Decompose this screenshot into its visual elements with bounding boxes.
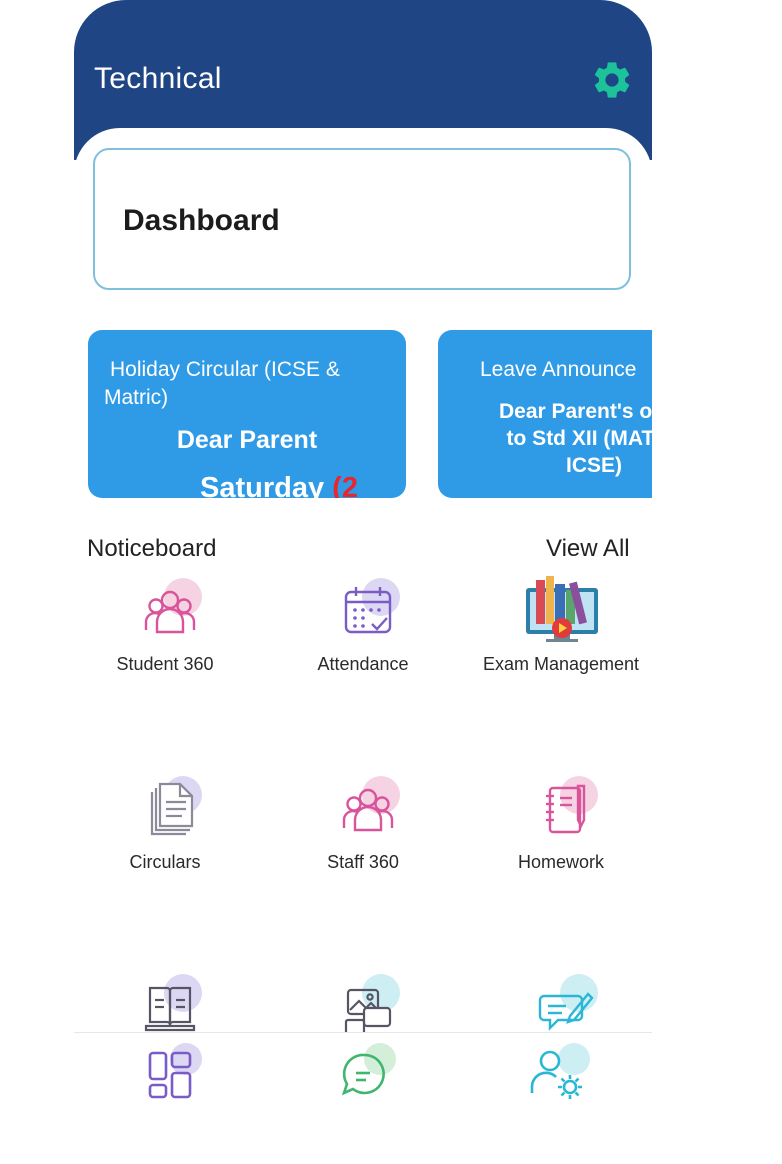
module-label: Staff 360 xyxy=(327,852,399,872)
e-book-icon xyxy=(144,986,196,1032)
dashboard-title: Dashboard xyxy=(123,204,280,237)
notebook-pen-icon xyxy=(546,784,586,834)
view-all-link[interactable]: View All xyxy=(546,535,630,563)
notice-body-line: Dear Parent's of S xyxy=(498,400,652,423)
gallery-icon xyxy=(344,988,392,1036)
documents-icon xyxy=(150,782,194,836)
module-exam-management[interactable]: Exam Management xyxy=(462,576,652,686)
gear-icon[interactable] xyxy=(590,58,634,102)
notice-title: Leave Announce xyxy=(480,358,637,381)
notice-highlight: Saturday (2 xyxy=(200,472,358,498)
notice-title: Holiday Circular (ICSE & Matric) xyxy=(104,358,340,409)
notice-card-holiday[interactable]: Holiday Circular (ICSE & Matric) Dear Pa… xyxy=(88,330,406,498)
module-label: Exam Management xyxy=(482,654,640,674)
module-circulars[interactable]: Circulars xyxy=(74,776,264,888)
calendar-check-icon xyxy=(344,587,392,634)
nav-chat[interactable] xyxy=(334,1043,396,1105)
notice-body-line: ICSE) xyxy=(565,454,622,477)
notice-card-leave[interactable]: Leave Announce Dear Parent's of S to Std… xyxy=(438,330,652,498)
noticeboard-label: Noticeboard xyxy=(87,535,217,562)
module-attendance[interactable]: Attendance xyxy=(264,578,462,690)
nav-profile-settings[interactable] xyxy=(528,1043,590,1105)
users-group-icon xyxy=(144,590,196,634)
notice-carousel[interactable]: Holiday Circular (ICSE & Matric) Dear Pa… xyxy=(74,330,652,500)
message-edit-icon xyxy=(538,992,594,1031)
module-label: Student 360 xyxy=(116,654,214,674)
notice-highlight-accent: (2 xyxy=(332,472,358,498)
module-label: Circulars xyxy=(129,852,201,872)
notice-body: Dear Parent's of S to Std XII (MATR ICSE… xyxy=(438,398,652,479)
bottom-nav xyxy=(74,1033,652,1164)
user-settings-icon xyxy=(530,1050,582,1099)
module-homework[interactable]: Homework xyxy=(462,776,652,888)
nav-dashboard[interactable] xyxy=(140,1043,202,1105)
notice-body: Dear Parent xyxy=(176,426,318,454)
notice-body-line: to Std XII (MATR xyxy=(506,427,652,450)
module-staff-360[interactable]: Staff 360 xyxy=(264,776,462,888)
app-screen: Technical Dashboard Holiday Circular (IC… xyxy=(74,0,652,1164)
module-student-360[interactable]: Student 360 xyxy=(74,578,264,690)
app-title: Technical xyxy=(94,62,222,95)
dashboard-card[interactable]: Dashboard xyxy=(93,148,631,290)
books-monitor-icon xyxy=(526,576,598,642)
dashboard-grid-icon xyxy=(148,1051,192,1099)
module-label: Attendance xyxy=(317,654,409,674)
notice-highlight-text: Saturday xyxy=(200,472,325,498)
chat-bubble-icon xyxy=(341,1053,385,1096)
module-label: Homework xyxy=(517,852,605,872)
users-group-icon xyxy=(342,788,394,832)
